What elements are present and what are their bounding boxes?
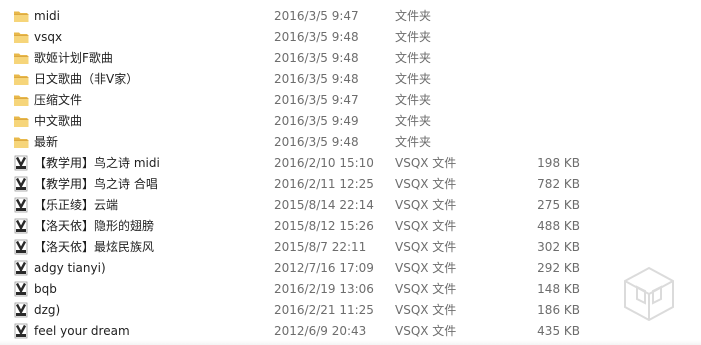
vsqx-file-icon: [13, 197, 29, 213]
file-row[interactable]: bqb 2016/2/19 13:06 VSQX 文件 148 KB: [0, 279, 701, 300]
file-type: VSQX 文件: [395, 261, 457, 275]
file-type: VSQX 文件: [395, 198, 457, 212]
file-date-modified: 2012/7/16 17:09: [274, 261, 374, 275]
file-date-modified: 2016/3/5 9:48: [274, 30, 359, 44]
file-name: 中文歌曲: [34, 114, 83, 128]
file-type: 文件夹: [395, 135, 432, 149]
file-name: 【洛天依】最炫民族风: [34, 240, 155, 254]
file-date-modified: 2016/3/5 9:47: [274, 93, 359, 107]
file-date-modified: 2015/8/14 22:14: [274, 198, 374, 212]
file-name: bqb: [34, 282, 57, 296]
file-name: 【洛天依】隐形的翅膀: [34, 219, 155, 233]
file-type: VSQX 文件: [395, 156, 457, 170]
file-row[interactable]: feel your dream 2012/6/9 20:43 VSQX 文件 435 …: [0, 321, 701, 342]
file-type: VSQX 文件: [395, 324, 457, 338]
file-date-modified: 2015/8/7 22:11: [274, 240, 367, 254]
vsqx-file-icon: [13, 323, 29, 339]
file-name: vsqx: [34, 30, 63, 44]
file-row[interactable]: 压缩文件 2016/3/5 9:47 文件夹: [0, 90, 701, 111]
file-name: 歌姬计划F歌曲: [34, 51, 113, 65]
file-name: dzg): [34, 303, 61, 317]
file-date-modified: 2016/3/5 9:47: [274, 9, 359, 23]
folder-icon: [13, 29, 29, 45]
folder-icon: [13, 71, 29, 87]
watermark-cube-icon: [624, 266, 674, 322]
file-row[interactable]: adgy tianyi) 2012/7/16 17:09 VSQX 文件 292 KB: [0, 258, 701, 279]
file-type: VSQX 文件: [395, 177, 457, 191]
file-type: 文件夹: [395, 72, 432, 86]
file-type: 文件夹: [395, 30, 432, 44]
file-size: 292 KB: [537, 261, 580, 275]
file-type: VSQX 文件: [395, 219, 457, 233]
file-date-modified: 2016/2/21 11:25: [274, 303, 374, 317]
file-row[interactable]: midi 2016/3/5 9:47 文件夹: [0, 6, 701, 27]
file-row[interactable]: 【教学用】鸟之诗 合唱 2016/2/11 12:25 VSQX 文件 782 KB: [0, 174, 701, 195]
file-type: 文件夹: [395, 114, 432, 128]
file-date-modified: 2015/8/12 15:26: [274, 219, 374, 233]
vsqx-file-icon: [13, 260, 29, 276]
file-size: 782 KB: [537, 177, 580, 191]
file-date-modified: 2012/6/9 20:43: [274, 324, 367, 338]
file-name: 【乐正绫】云端: [34, 198, 119, 212]
folder-icon: [13, 134, 29, 150]
file-name: 【教学用】鸟之诗 合唱: [34, 177, 158, 191]
folder-icon: [13, 113, 29, 129]
file-row[interactable]: 日文歌曲（非V家） 2016/3/5 9:48 文件夹: [0, 69, 701, 90]
folder-icon: [13, 50, 29, 66]
file-type: VSQX 文件: [395, 240, 457, 254]
file-row[interactable]: 中文歌曲 2016/3/5 9:49 文件夹: [0, 111, 701, 132]
folder-icon: [13, 92, 29, 108]
file-type: 文件夹: [395, 51, 432, 65]
vsqx-file-icon: [13, 281, 29, 297]
file-row[interactable]: 最新 2016/3/5 9:48 文件夹: [0, 132, 701, 153]
file-row[interactable]: vsqx 2016/3/5 9:48 文件夹: [0, 27, 701, 48]
file-size: 275 KB: [537, 198, 580, 212]
file-row[interactable]: dzg) 2016/2/21 11:25 VSQX 文件 186 KB: [0, 300, 701, 321]
file-size: 488 KB: [537, 219, 580, 233]
file-date-modified: 2016/3/5 9:48: [274, 51, 359, 65]
file-name: 日文歌曲（非V家）: [34, 72, 139, 86]
file-row[interactable]: 【教学用】鸟之诗 midi 2016/2/10 15:10 VSQX 文件 198 K…: [0, 153, 701, 174]
file-size: 186 KB: [537, 303, 580, 317]
file-row[interactable]: 【洛天依】最炫民族风 2015/8/7 22:11 VSQX 文件 302 KB: [0, 237, 701, 258]
file-date-modified: 2016/3/5 9:48: [274, 135, 359, 149]
file-type: VSQX 文件: [395, 303, 457, 317]
folder-icon: [13, 8, 29, 24]
vsqx-file-icon: [13, 218, 29, 234]
file-name: 压缩文件: [34, 93, 83, 107]
file-size: 435 KB: [537, 324, 580, 338]
file-name: midi: [34, 9, 60, 23]
vsqx-file-icon: [13, 239, 29, 255]
file-size: 302 KB: [537, 240, 580, 254]
file-name: 最新: [34, 135, 59, 149]
file-size: 148 KB: [537, 282, 580, 296]
file-name: adgy tianyi): [34, 261, 106, 275]
file-row[interactable]: 歌姬计划F歌曲 2016/3/5 9:48 文件夹: [0, 48, 701, 69]
file-date-modified: 2016/3/5 9:48: [274, 72, 359, 86]
file-size: 198 KB: [537, 156, 580, 170]
file-row[interactable]: 【乐正绫】云端 2015/8/14 22:14 VSQX 文件 275 KB: [0, 195, 701, 216]
file-date-modified: 2016/3/5 9:49: [274, 114, 359, 128]
vsqx-file-icon: [13, 176, 29, 192]
file-date-modified: 2016/2/19 13:06: [274, 282, 374, 296]
vsqx-file-icon: [13, 155, 29, 171]
bottom-edge: [0, 340, 701, 345]
file-type: VSQX 文件: [395, 282, 457, 296]
file-type: 文件夹: [395, 93, 432, 107]
file-type: 文件夹: [395, 9, 432, 23]
file-list: midi 2016/3/5 9:47 文件夹 vsqx 2016/3/5 9:48 文件夹…: [0, 6, 701, 342]
file-row[interactable]: 【洛天依】隐形的翅膀 2015/8/12 15:26 VSQX 文件 488 KB: [0, 216, 701, 237]
file-name: feel your dream: [34, 324, 130, 338]
file-date-modified: 2016/2/11 12:25: [274, 177, 374, 191]
vsqx-file-icon: [13, 302, 29, 318]
file-name: 【教学用】鸟之诗 midi: [34, 156, 160, 170]
file-date-modified: 2016/2/10 15:10: [274, 156, 374, 170]
